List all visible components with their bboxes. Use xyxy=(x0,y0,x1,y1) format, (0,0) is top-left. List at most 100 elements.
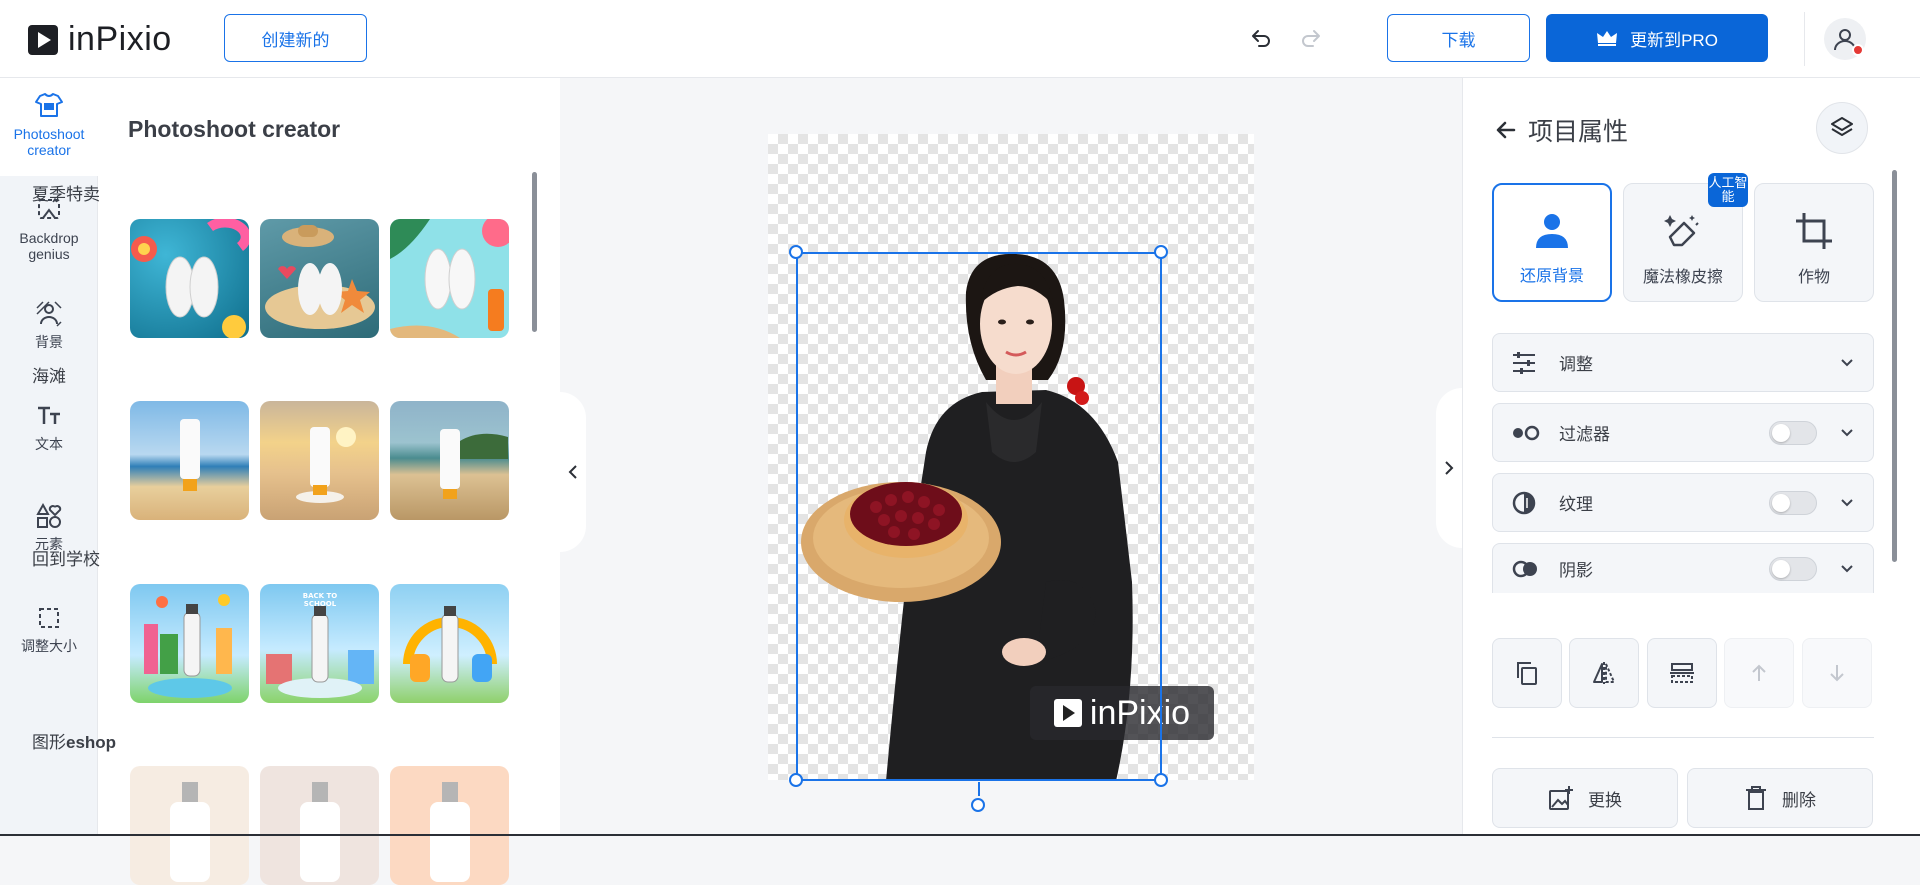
flip-horizontal-button[interactable] xyxy=(1569,638,1639,708)
crown-icon xyxy=(1597,31,1618,46)
svg-text:BACK TO: BACK TO xyxy=(303,592,338,600)
arrow-down-icon xyxy=(1830,665,1844,682)
download-button[interactable]: 下载 xyxy=(1387,14,1530,62)
section-label-eshop: 图形eshop xyxy=(32,728,116,753)
tube-image xyxy=(180,419,200,491)
properties-scrollbar[interactable] xyxy=(1892,170,1897,562)
filter-accordion[interactable]: 过滤器 xyxy=(1492,403,1874,462)
texture-icon xyxy=(1512,491,1536,514)
duplicate-button[interactable] xyxy=(1492,638,1562,708)
logo-mark-icon xyxy=(28,24,58,55)
shadow-accordion[interactable]: 阴影 xyxy=(1492,543,1874,593)
template-thumb[interactable] xyxy=(260,401,379,520)
delete-button[interactable]: 删除 xyxy=(1687,768,1873,828)
background-icon xyxy=(36,301,62,327)
rotate-handle[interactable] xyxy=(971,798,985,812)
accordion-label: 纹理 xyxy=(1559,495,1593,514)
template-thumb[interactable] xyxy=(130,401,249,520)
adjust-accordion[interactable]: 调整 xyxy=(1492,333,1874,392)
chevron-down-icon xyxy=(1841,564,1853,572)
section-divider xyxy=(1492,737,1874,738)
chevron-down-icon xyxy=(1841,358,1853,366)
rail-item-resize[interactable]: 调整大小 xyxy=(0,604,98,654)
bottle-image xyxy=(430,782,470,882)
redo-button[interactable] xyxy=(1294,22,1328,56)
trash-icon xyxy=(1746,786,1766,810)
create-new-button[interactable]: 创建新的 xyxy=(224,14,367,62)
template-thumb[interactable] xyxy=(130,584,249,703)
arrow-left-icon[interactable] xyxy=(1494,118,1518,142)
top-bar: inPixio 创建新的 下载 更新到PRO xyxy=(0,0,1920,78)
shadow-icon xyxy=(1512,560,1537,577)
rail-label: Backdrop genius xyxy=(19,230,79,262)
rail-item-background[interactable]: 背景 xyxy=(0,300,98,350)
rail-label: Photoshoot creator xyxy=(13,126,85,158)
texture-toggle[interactable] xyxy=(1769,490,1817,515)
avatar[interactable] xyxy=(1824,18,1866,60)
redo-icon xyxy=(1302,30,1320,47)
rail-item-text[interactable]: 文本 xyxy=(0,402,98,452)
tube-image xyxy=(440,429,508,499)
section-label-beach: 海滩 xyxy=(32,367,66,386)
resize-icon xyxy=(39,608,59,628)
template-thumb[interactable] xyxy=(260,766,379,885)
text-icon xyxy=(38,406,60,424)
flip-vertical-button[interactable] xyxy=(1647,638,1717,708)
selection-box[interactable] xyxy=(796,252,1162,781)
template-thumb[interactable] xyxy=(260,219,379,338)
section-label-bold: eshop xyxy=(66,733,117,752)
delete-label: 删除 xyxy=(1782,790,1816,810)
texture-accordion[interactable]: 纹理 xyxy=(1492,473,1874,532)
resize-handle-bottom-right[interactable] xyxy=(1154,773,1168,787)
template-thumb[interactable]: BACK TO SCHOOL xyxy=(260,584,379,703)
section-label-prefix: 图形 xyxy=(32,733,66,752)
template-thumb[interactable] xyxy=(390,766,509,885)
filter-toggle[interactable] xyxy=(1769,420,1817,445)
sandals-image xyxy=(131,219,249,338)
elements-icon xyxy=(36,502,62,528)
sandals-image xyxy=(390,219,509,338)
template-thumb[interactable] xyxy=(130,766,249,885)
tube-image xyxy=(296,427,356,503)
restore-background-tool[interactable]: 还原背景 xyxy=(1492,183,1612,302)
undo-button[interactable] xyxy=(1244,22,1278,56)
flip-horizontal-icon xyxy=(1593,662,1616,684)
chevron-down-icon xyxy=(1841,428,1853,436)
crop-icon xyxy=(1796,213,1832,249)
template-thumb[interactable] xyxy=(390,401,509,520)
resize-handle-bottom-left[interactable] xyxy=(789,773,803,787)
rail-item-backdrop-genius[interactable]: Backdrop genius xyxy=(0,196,98,262)
collapse-left-panel-button[interactable] xyxy=(560,392,586,552)
template-thumb[interactable] xyxy=(390,584,509,703)
panel-scrollbar[interactable] xyxy=(532,172,537,332)
logo[interactable]: inPixio xyxy=(28,20,172,59)
template-thumb[interactable] xyxy=(390,219,509,338)
magic-eraser-icon xyxy=(1664,215,1699,247)
accordion-label: 调整 xyxy=(1559,355,1593,374)
rail-item-photoshoot-creator[interactable]: Photoshoot creator xyxy=(0,78,98,176)
move-up-button[interactable] xyxy=(1724,638,1794,708)
upgrade-pro-button[interactable]: 更新到PRO xyxy=(1546,14,1768,62)
chevron-left-icon xyxy=(568,465,577,479)
layers-button[interactable] xyxy=(1816,102,1868,154)
resize-handle-top-left[interactable] xyxy=(789,245,803,259)
resize-handle-top-right[interactable] xyxy=(1154,245,1168,259)
sandals-image xyxy=(265,225,375,329)
move-down-button[interactable] xyxy=(1802,638,1872,708)
properties-header: 项目属性 xyxy=(1494,112,1628,148)
undo-icon xyxy=(1252,30,1270,47)
ai-badge: 人工智能 xyxy=(1708,173,1748,207)
bottle-image: BACK TOSCHOOL xyxy=(266,592,374,698)
template-thumb[interactable] xyxy=(130,219,249,338)
section-label-summer-sale: 夏季特卖 xyxy=(32,185,100,204)
tool-label: 魔法橡皮擦 xyxy=(1642,269,1723,286)
accordion-label: 过滤器 xyxy=(1559,425,1610,444)
rotate-handle-stem xyxy=(978,782,980,796)
shadow-toggle[interactable] xyxy=(1769,556,1817,581)
bottle-image xyxy=(170,782,210,882)
sliders-icon xyxy=(1513,351,1535,374)
replace-button[interactable]: 更换 xyxy=(1492,768,1678,828)
collapse-right-panel-button[interactable] xyxy=(1436,388,1462,548)
crop-tool[interactable]: 作物 xyxy=(1754,183,1874,302)
bottle-image xyxy=(403,606,497,683)
